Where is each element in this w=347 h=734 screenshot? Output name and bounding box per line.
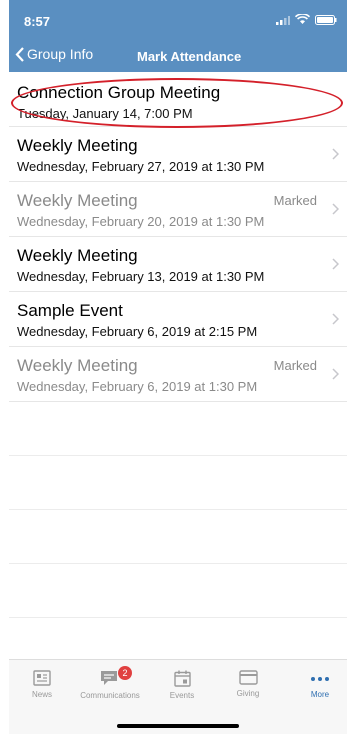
event-datetime: Wednesday, February 6, 2019 at 1:30 PM — [17, 379, 258, 394]
empty-row — [9, 456, 347, 510]
marked-status: Marked — [273, 193, 317, 208]
card-icon — [238, 670, 258, 685]
tab-events[interactable]: Events — [149, 670, 215, 700]
nav-bar: Group Info Mark Attendance — [9, 40, 347, 72]
event-row[interactable]: Weekly Meeting Wednesday, February 13, 2… — [9, 237, 347, 292]
event-title: Weekly Meeting — [17, 246, 138, 265]
chevron-right-icon — [332, 258, 339, 270]
tab-giving-label: Giving — [236, 689, 260, 698]
event-datetime: Wednesday, February 20, 2019 at 1:30 PM — [17, 214, 265, 229]
tab-more[interactable]: More — [287, 670, 347, 699]
event-title: Weekly Meeting — [17, 356, 138, 375]
chevron-right-icon — [332, 203, 339, 215]
chevron-right-icon — [332, 368, 339, 380]
event-datetime: Wednesday, February 27, 2019 at 1:30 PM — [17, 159, 265, 174]
news-icon — [33, 670, 51, 686]
page-title: Mark Attendance — [137, 49, 242, 64]
annotation-circle — [11, 78, 343, 128]
status-icons — [276, 14, 337, 25]
tab-bar: News 2 Communications Events Giving More — [9, 659, 347, 734]
tab-events-label: Events — [169, 691, 195, 700]
tab-giving[interactable]: Giving — [215, 670, 281, 698]
status-time: 8:57 — [24, 14, 51, 29]
event-datetime: Wednesday, February 6, 2019 at 2:15 PM — [17, 324, 258, 339]
chevron-left-icon — [15, 46, 24, 62]
event-row[interactable]: Weekly Meeting Wednesday, February 6, 20… — [9, 347, 347, 402]
chevron-right-icon — [332, 148, 339, 160]
tab-communications-label: Communications — [80, 691, 140, 700]
notification-badge: 2 — [118, 666, 132, 680]
home-indicator — [117, 724, 239, 728]
tab-news[interactable]: News — [9, 670, 75, 699]
back-label: Group Info — [27, 46, 94, 62]
chat-icon — [101, 671, 117, 685]
empty-row — [9, 564, 347, 618]
tab-more-label: More — [310, 690, 330, 699]
calendar-icon — [173, 670, 191, 687]
empty-row — [9, 510, 347, 564]
status-bar: 8:57 — [9, 0, 347, 40]
wifi-icon — [295, 14, 310, 24]
app-frame: 8:57 Group Info Mark Attendance Connecti… — [9, 0, 347, 734]
back-button[interactable]: Group Info — [15, 46, 93, 62]
battery-icon — [315, 14, 337, 25]
event-row[interactable]: Weekly Meeting Wednesday, February 27, 2… — [9, 127, 347, 182]
event-list: Connection Group Meeting Tuesday, Januar… — [9, 72, 347, 672]
event-row[interactable]: Sample Event Wednesday, February 6, 2019… — [9, 292, 347, 347]
more-icon — [311, 677, 329, 681]
event-title: Weekly Meeting — [17, 191, 138, 210]
empty-row — [9, 402, 347, 456]
event-title: Weekly Meeting — [17, 136, 138, 155]
header: 8:57 Group Info Mark Attendance — [9, 0, 347, 72]
event-datetime: Wednesday, February 13, 2019 at 1:30 PM — [17, 269, 265, 284]
event-title: Sample Event — [17, 301, 123, 320]
tab-news-label: News — [31, 690, 52, 699]
marked-status: Marked — [273, 358, 317, 373]
tab-communications[interactable]: 2 Communications — [77, 666, 143, 700]
chevron-right-icon — [332, 313, 339, 325]
signal-icon — [276, 15, 290, 25]
event-row[interactable]: Weekly Meeting Wednesday, February 20, 2… — [9, 182, 347, 237]
